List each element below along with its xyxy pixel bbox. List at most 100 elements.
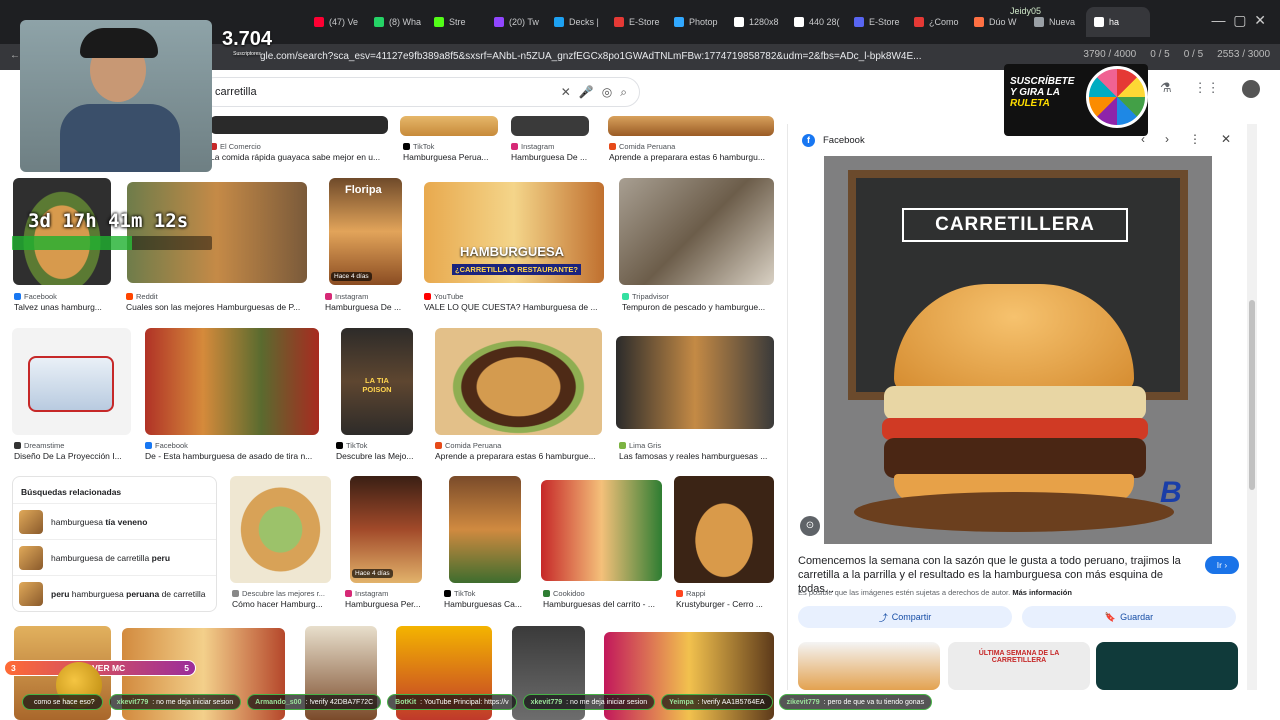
result-caption[interactable]: Las famosas y reales hamburguesas ... bbox=[619, 451, 774, 461]
url-text[interactable]: gle.com/search?sca_esv=41127e9fb389a8f5&… bbox=[260, 51, 921, 62]
browser-tab[interactable]: (20) Tw bbox=[486, 7, 544, 37]
streamer-hair bbox=[80, 28, 158, 58]
related-search-item[interactable]: hamburguesa de carretilla peru bbox=[13, 539, 216, 575]
image-overlay-text: LA TIA POISON bbox=[362, 376, 392, 394]
result-image[interactable] bbox=[12, 328, 131, 435]
browser-tab[interactable]: E-Store bbox=[846, 7, 904, 37]
search-icon[interactable]: ⌕ bbox=[620, 85, 639, 100]
back-icon[interactable]: ← bbox=[10, 50, 20, 61]
tab-favicon-icon bbox=[374, 17, 384, 27]
result-caption[interactable]: Hamburguesa Per... bbox=[345, 599, 427, 609]
result-image[interactable] bbox=[619, 178, 774, 285]
image-results-grid: El Comercio La comida rápida guayaca sab… bbox=[0, 116, 785, 720]
browser-tab[interactable]: ha bbox=[1086, 7, 1150, 37]
result-source: Descubre las mejores r... bbox=[232, 589, 325, 598]
search-box[interactable]: carretilla ✕ 🎤 ◎ ⌕ bbox=[200, 77, 640, 107]
result-caption[interactable]: Hamburguesa De ... bbox=[325, 302, 407, 312]
ext-counter-1: 3790 / 4000 bbox=[1083, 49, 1137, 60]
result-caption[interactable]: Hamburguesas del carrito - ... bbox=[543, 599, 665, 609]
result-image[interactable]: Floripa Hace 4 días bbox=[329, 178, 402, 285]
related-thumb[interactable] bbox=[798, 642, 940, 690]
browser-tab[interactable]: E-Store bbox=[606, 7, 664, 37]
result-image[interactable] bbox=[608, 116, 774, 136]
preview-image[interactable]: CARRETILLERA B bbox=[824, 156, 1212, 544]
result-caption[interactable]: VALE LO QUE CUESTA? Hamburguesa de ... bbox=[424, 302, 606, 312]
clear-icon[interactable]: ✕ bbox=[561, 85, 571, 99]
result-caption[interactable]: Tempuron de pescado y hamburgue... bbox=[622, 302, 774, 312]
result-caption[interactable]: Cuales son las mejores Hamburguesas de P… bbox=[126, 302, 308, 312]
result-image[interactable] bbox=[449, 476, 521, 583]
result-caption[interactable]: Cómo hacer Hamburg... bbox=[232, 599, 332, 609]
subscriber-counter: 3.704 Suscriptores bbox=[222, 28, 273, 57]
ext-counter-3: 0 / 5 bbox=[1183, 49, 1204, 60]
streamer-shirt bbox=[60, 104, 180, 172]
lens-icon[interactable]: ◎ bbox=[602, 85, 612, 99]
result-image[interactable] bbox=[230, 476, 331, 583]
avatar[interactable] bbox=[1241, 80, 1260, 98]
browser-tab[interactable]: Decks | bbox=[546, 7, 604, 37]
result-caption[interactable]: Hamburguesa De ... bbox=[511, 152, 596, 162]
profile-badge[interactable]: Jeidy05 bbox=[1010, 6, 1041, 16]
search-input[interactable]: carretilla bbox=[215, 86, 553, 98]
more-info-link[interactable]: Más información bbox=[1012, 588, 1072, 597]
related-search-item[interactable]: peru hamburguesa peruana de carretilla bbox=[13, 575, 216, 611]
tab-favicon-icon bbox=[674, 17, 684, 27]
result-image[interactable] bbox=[511, 116, 589, 136]
result-image[interactable] bbox=[616, 336, 774, 429]
panel-controls: ‹ › ⋮ ✕ bbox=[1141, 132, 1231, 146]
panel-scrollbar[interactable] bbox=[1247, 124, 1257, 690]
result-caption[interactable]: Hamburguesa Perua... bbox=[403, 152, 498, 162]
window-controls[interactable]: — ▢ ✕ bbox=[1211, 12, 1266, 29]
browser-tab[interactable]: ¿Como bbox=[906, 7, 964, 37]
chat-message: xkevit779: no me deja iniciar sesion bbox=[522, 694, 656, 710]
chat-user: xkevit779 bbox=[530, 698, 563, 706]
result-image[interactable] bbox=[145, 328, 319, 435]
labs-icon[interactable]: ⚗ bbox=[1160, 80, 1172, 98]
browser-tab[interactable]: 1280x8 bbox=[726, 7, 784, 37]
extension-counters: 3790 / 4000 0 / 5 0 / 5 2553 / 3000 bbox=[1083, 49, 1270, 60]
browser-tab[interactable]: (47) Ve bbox=[306, 7, 364, 37]
result-image[interactable] bbox=[674, 476, 774, 583]
microphone-icon[interactable]: 🎤 bbox=[579, 85, 594, 99]
apps-icon[interactable]: ⋮⋮ bbox=[1194, 80, 1220, 98]
browser-tab[interactable]: Photop bbox=[666, 7, 724, 37]
result-image[interactable] bbox=[210, 116, 388, 134]
lens-search-icon[interactable]: ⊙ bbox=[800, 516, 820, 536]
result-caption[interactable]: Krustyburger - Cerro ... bbox=[676, 599, 776, 609]
related-thumb[interactable] bbox=[1096, 642, 1238, 690]
result-caption[interactable]: La comida rápida guayaca sabe mejor en u… bbox=[210, 152, 388, 162]
scrollbar-thumb[interactable] bbox=[1249, 300, 1255, 490]
wooden-board bbox=[854, 492, 1174, 532]
result-image[interactable] bbox=[541, 480, 662, 581]
visit-button[interactable]: Ir › bbox=[1205, 556, 1239, 574]
result-caption[interactable]: De - Esta hamburguesa de asado de tira n… bbox=[145, 451, 320, 461]
next-icon[interactable]: › bbox=[1165, 132, 1169, 146]
panel-source[interactable]: f Facebook bbox=[802, 134, 865, 147]
more-icon[interactable]: ⋮ bbox=[1189, 132, 1201, 146]
time-badge: Hace 4 días bbox=[331, 272, 372, 281]
result-caption[interactable]: Descubre las Mejo... bbox=[336, 451, 418, 461]
result-source: Lima Gris bbox=[619, 441, 661, 450]
related-search-item[interactable]: hamburguesa tía veneno bbox=[13, 503, 216, 539]
result-image[interactable]: HAMBURGUESA ¿CARRETILLA O RESTAURANTE? bbox=[424, 182, 604, 283]
result-source: Rappi bbox=[676, 589, 706, 598]
chat-user: Yeimpa bbox=[669, 698, 694, 706]
result-caption[interactable]: Aprende a preparara estas 6 hamburgu... bbox=[609, 152, 775, 162]
timer-bar bbox=[12, 236, 212, 250]
browser-tab[interactable]: 440 28( bbox=[786, 7, 844, 37]
result-caption[interactable]: Talvez unas hamburg... bbox=[14, 302, 114, 312]
share-button[interactable]: ⤴ Compartir bbox=[798, 606, 1012, 628]
result-image[interactable]: LA TIA POISON bbox=[341, 328, 413, 435]
result-image[interactable] bbox=[400, 116, 498, 136]
result-image[interactable] bbox=[435, 328, 602, 435]
result-caption[interactable]: Diseño De La Proyección I... bbox=[14, 451, 130, 461]
result-image[interactable] bbox=[127, 182, 307, 283]
save-button[interactable]: 🔖 Guardar bbox=[1022, 606, 1236, 628]
close-icon[interactable]: ✕ bbox=[1221, 132, 1231, 146]
related-thumb[interactable]: ÚLTIMA SEMANA DE LA CARRETILLERA bbox=[948, 642, 1090, 690]
result-caption[interactable]: Aprende a preparara estas 6 hamburgue... bbox=[435, 451, 603, 461]
browser-tab[interactable]: Stre bbox=[426, 7, 484, 37]
result-caption[interactable]: Hamburguesas Ca... bbox=[444, 599, 526, 609]
result-image[interactable]: Hace 4 días bbox=[350, 476, 422, 583]
browser-tab[interactable]: (8) Wha bbox=[366, 7, 424, 37]
